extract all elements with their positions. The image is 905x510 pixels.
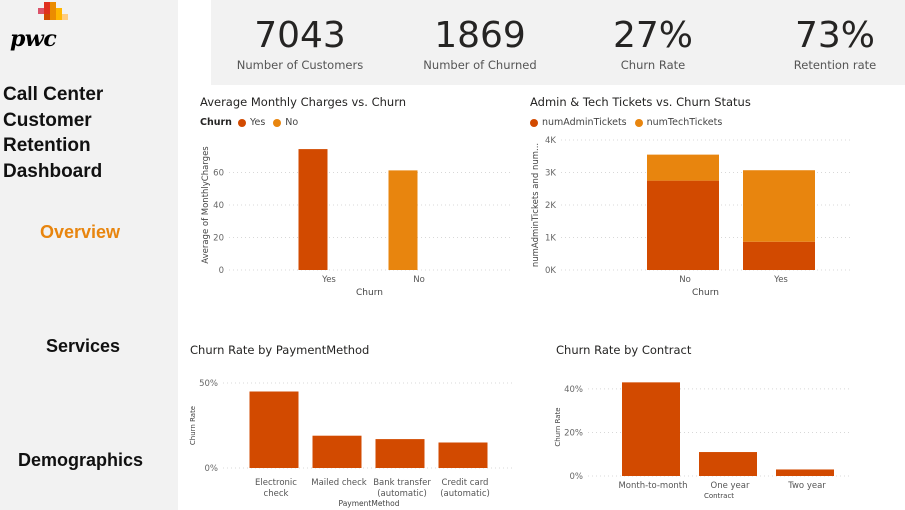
chart-tickets: 0K 1K 2K 3K 4K numAdminTickets and num... Chur… <box>531 136 850 298</box>
x-tick-label: (automatic) <box>440 489 490 499</box>
y-axis-label: Churn Rate <box>189 406 197 445</box>
chart-monthly-charges: 0 20 40 60Average of MonthlyCharges Churn Yes… <box>201 146 510 298</box>
sidebar: pwc Call Center Customer Retention Dashb… <box>0 0 178 510</box>
y-axis-label: Churn Rate <box>554 407 562 446</box>
x-axis-label: Churn <box>692 288 719 298</box>
bar <box>438 442 488 468</box>
bar <box>776 469 834 476</box>
x-tick-label: Bank transfer <box>373 478 431 488</box>
y-tick-label: 60 <box>213 169 224 179</box>
y-tick-label: 3K <box>545 169 556 179</box>
nav-services[interactable]: Services <box>46 336 120 357</box>
kpi-value: 27% <box>612 15 693 56</box>
x-tick-label: No <box>413 275 425 285</box>
x-tick-label: Mailed check <box>311 478 367 488</box>
pwc-logo-text: pwc <box>10 26 57 52</box>
legend-dot-icon <box>237 118 246 127</box>
y-tick-label: 1K <box>545 234 556 244</box>
y-tick-label: 0% <box>205 464 219 474</box>
y-tick-label: 2K <box>545 201 556 211</box>
dashboard-title: Call Center Customer Retention Dashboard <box>3 84 104 182</box>
bar <box>312 435 362 468</box>
x-axis-label: PaymentMethod <box>339 499 400 508</box>
x-tick-label: (automatic) <box>377 489 427 499</box>
x-tick-label: Month-to-month <box>618 481 687 491</box>
kpi-value: 73% <box>794 15 875 56</box>
legend-item: numTechTickets <box>646 117 723 128</box>
legend-dot-icon <box>273 118 282 127</box>
bar <box>375 439 425 468</box>
kpi-label: Number of Churned <box>423 58 537 72</box>
y-axis-label: Average of MonthlyCharges <box>201 146 211 264</box>
y-tick-label: 20 <box>213 234 224 244</box>
bar <box>699 452 757 476</box>
kpi-label: Retention rate <box>793 58 877 72</box>
legend-item: Yes <box>249 117 266 128</box>
y-tick-label: 40% <box>564 385 583 395</box>
y-tick-label: 40 <box>213 201 224 211</box>
chart-payment-method: 0% 50% Churn Rate PaymentMethod Electronicch… <box>189 379 515 508</box>
kpi-card-churn-rate: 27% Churn Rate <box>568 0 738 72</box>
bar <box>249 391 299 468</box>
legend-title: Churn <box>200 117 232 128</box>
kpi-label: Number of Customers <box>236 58 364 72</box>
x-tick-label: Credit card <box>442 478 489 488</box>
x-tick-label: Yes <box>773 275 788 285</box>
chart-title-monthly-charges: Average Monthly Charges vs. Churn <box>200 95 407 109</box>
y-tick-label: 0K <box>545 266 556 276</box>
y-tick-label: 50% <box>199 379 218 389</box>
x-tick-label: check <box>264 489 289 499</box>
chart-contract: 0% 20% 40% Churn Rate Contract Month-to-month… <box>554 382 850 500</box>
legend-tickets: numAdminTickets numTechTickets <box>530 117 722 128</box>
x-tick-label: One year <box>711 481 750 491</box>
kpi-card-retention-rate: 73% Retention rate <box>750 0 905 72</box>
x-tick-label: Two year <box>787 481 826 491</box>
nav-demographics[interactable]: Demographics <box>18 450 143 471</box>
x-tick-label: Yes <box>321 275 336 285</box>
kpi-card-customers: 7043 Number of Customers <box>215 0 385 72</box>
bar <box>743 170 815 242</box>
kpi-value: 1869 <box>434 15 526 56</box>
x-tick-label: No <box>679 275 691 285</box>
legend-dot-icon <box>530 118 538 127</box>
pwc-logo: pwc <box>8 2 78 52</box>
legend-dot-icon <box>634 118 643 127</box>
x-axis-label: Contract <box>704 492 734 500</box>
kpi-label: Churn Rate <box>620 58 686 72</box>
y-axis-label: numAdminTickets and num... <box>531 143 541 267</box>
chart-title-payment: Churn Rate by PaymentMethod <box>190 343 370 357</box>
y-tick-label: 0 <box>219 266 224 276</box>
bar <box>388 170 418 270</box>
chart-title-tickets: Admin & Tech Tickets vs. Churn Status <box>530 95 751 109</box>
bar <box>647 154 719 181</box>
y-tick-label: 4K <box>545 136 556 146</box>
kpi-value: 7043 <box>254 15 346 56</box>
x-axis-label: Churn <box>356 288 383 298</box>
legend-item: No <box>285 117 299 128</box>
bar <box>647 180 719 270</box>
bar <box>743 241 815 270</box>
bar <box>298 149 328 270</box>
chart-title-contract: Churn Rate by Contract <box>556 343 692 357</box>
legend-item: numAdminTickets <box>542 117 627 128</box>
y-tick-label: 20% <box>564 428 583 438</box>
bar <box>622 382 680 476</box>
nav-overview[interactable]: Overview <box>40 222 120 243</box>
kpi-card-churned: 1869 Number of Churned <box>395 0 565 72</box>
y-tick-label: 0% <box>570 472 584 482</box>
kpi-strip: 7043 Number of Customers 1869 Number of … <box>211 0 905 85</box>
x-tick-label: Electronic <box>255 478 297 488</box>
legend-churn: Churn Yes No <box>200 117 298 128</box>
